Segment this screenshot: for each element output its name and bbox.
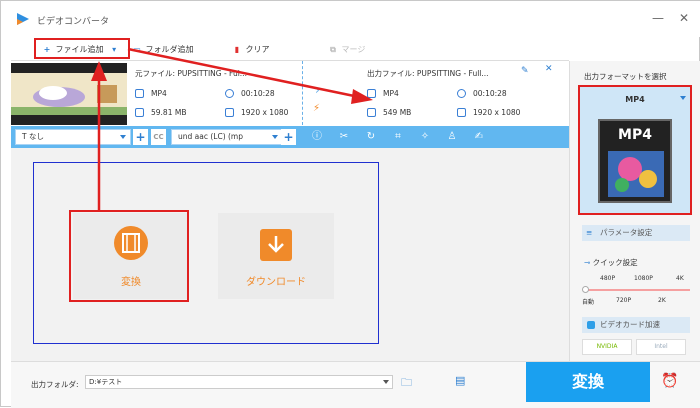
quality-1080p: 1080P <box>634 275 653 282</box>
quality-slider[interactable] <box>584 289 690 291</box>
nvidia-label: NVIDIA <box>596 343 618 350</box>
arrowhead-up <box>91 61 107 81</box>
output-folder-label: 出力フォルダ: <box>31 380 79 389</box>
gpu-accel-label: ビデオカード加速 <box>600 320 660 329</box>
quick-settings-icon: ⊸ <box>584 258 593 267</box>
intel-button[interactable]: Intel <box>636 339 686 355</box>
output-folder-field[interactable]: D:¥テスト <box>85 375 393 389</box>
quality-slider-handle[interactable] <box>582 286 589 293</box>
intel-label: Intel <box>654 343 668 350</box>
gpu-toggle-icon <box>587 321 595 329</box>
quality-480p: 480P <box>600 275 616 282</box>
convert-button[interactable]: 変換 <box>526 362 650 402</box>
quality-4k: 4K <box>676 275 684 282</box>
arrow-to-output <box>127 47 360 99</box>
arrowhead-right <box>351 89 373 104</box>
quality-2k: 2K <box>658 297 666 304</box>
output-format-panel: 出力フォーマットを選択 MP4 MP4 ≡ パラメータ設定 ⊸ クイック設定 4… <box>569 61 700 361</box>
output-format-title: 出力フォーマットを選択 <box>584 72 667 81</box>
bottom-bar: 出力フォルダ: D:¥テスト 🗀 ▤ 変換 ⏰ <box>11 361 700 408</box>
param-settings-button[interactable]: ≡ パラメータ設定 <box>582 225 690 241</box>
sliders-icon: ≡ <box>586 228 593 237</box>
output-folder-value: D:¥テスト <box>89 378 123 386</box>
quality-720p: 720P <box>616 297 632 304</box>
format-highlight <box>578 85 692 215</box>
quick-settings-text: クイック設定 <box>592 258 638 267</box>
app-window: ビデオコンバータ — ✕ + ファイル追加 ▾ ▭ フォルダ追加 ▮ クリア ⧉… <box>0 0 700 408</box>
quick-settings-label: ⊸ クイック設定 <box>584 257 638 268</box>
nvidia-button[interactable]: NVIDIA <box>582 339 632 355</box>
open-folder-icon[interactable]: 🗀 <box>401 374 412 393</box>
gpu-accel-toggle[interactable]: ビデオカード加速 <box>582 317 690 333</box>
quality-auto: 自動 <box>582 299 595 306</box>
param-settings-label: パラメータ設定 <box>600 228 653 237</box>
output-folder-icon[interactable]: ▤ <box>455 374 465 387</box>
alarm-clock-icon[interactable]: ⏰ <box>661 373 678 389</box>
chevron-down-icon <box>383 380 389 384</box>
